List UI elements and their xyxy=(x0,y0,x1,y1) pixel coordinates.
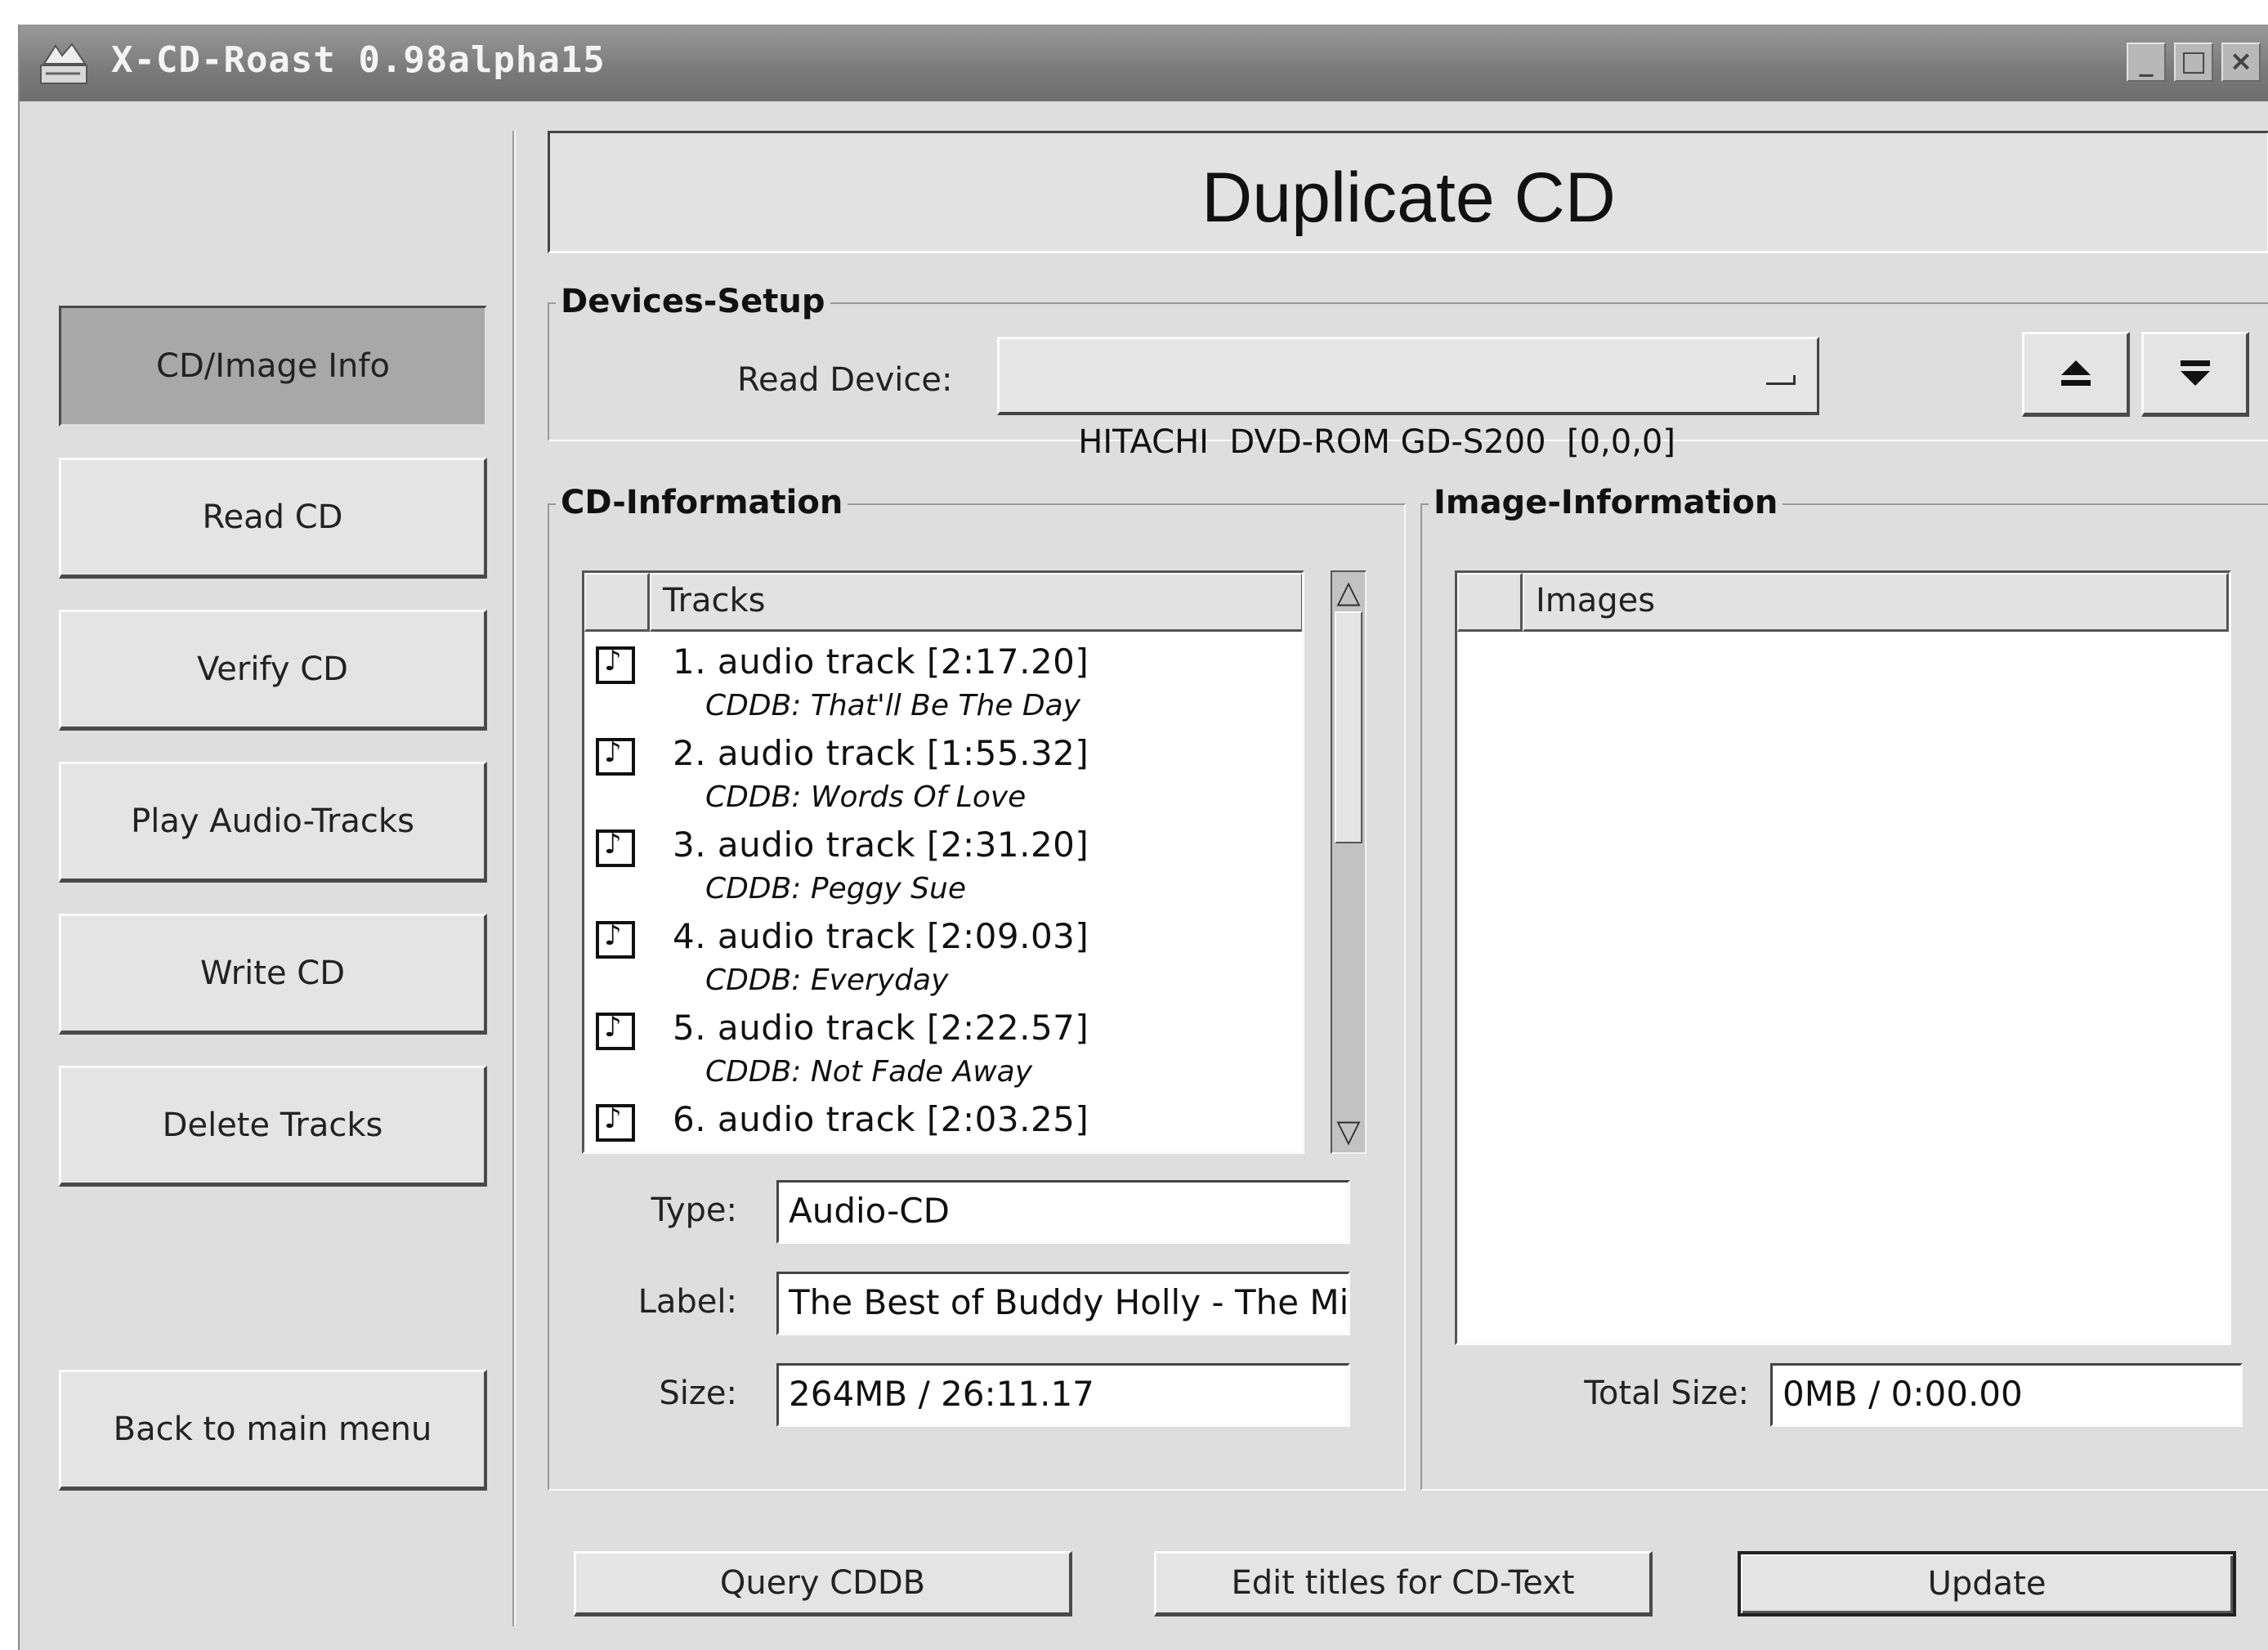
minimize-button[interactable]: _ xyxy=(2127,42,2166,82)
sidebar-item-read-cd[interactable]: Read CD xyxy=(59,458,487,579)
images-list[interactable]: Images xyxy=(1455,570,2231,1345)
track-title: 4. audio track [2:09.03] xyxy=(673,916,1089,956)
back-to-main-menu-button[interactable]: Back to main menu xyxy=(59,1370,487,1491)
track-cddb-title: CDDB: Peggy Sue xyxy=(705,872,966,905)
cd-label-field[interactable]: The Best of Buddy Holly - The Mill xyxy=(776,1272,1350,1335)
eject-button[interactable] xyxy=(2022,332,2130,417)
image-information-label: Image-Information xyxy=(1429,484,1783,521)
read-device-value: HITACHI DVD-ROM GD-S200 [0,0,0] xyxy=(1078,423,1675,461)
total-size-label: Total Size: xyxy=(1584,1375,1749,1412)
track-row[interactable]: 6. audio track [2:03.25] xyxy=(584,1096,1302,1151)
track-cddb-title: CDDB: Words Of Love xyxy=(705,780,1027,814)
audio-track-icon xyxy=(596,736,635,776)
sidebar-item-write-cd[interactable]: Write CD xyxy=(59,914,487,1035)
track-title: 2. audio track [1:55.32] xyxy=(673,733,1089,773)
track-cddb-title: CDDB: Not Fade Away xyxy=(705,1055,1033,1089)
query-cddb-button[interactable]: Query CDDB xyxy=(574,1551,1072,1616)
cd-information-group: CD-Information Tracks 1. audio track [2:… xyxy=(548,484,1406,1491)
track-row[interactable]: 4. audio track [2:09.03] CDDB: Everyday xyxy=(584,913,1302,1004)
sidebar-item-play-audio-tracks[interactable]: Play Audio-Tracks xyxy=(59,762,487,883)
audio-track-icon xyxy=(596,828,635,867)
track-cddb-title: CDDB: That'll Be The Day xyxy=(705,689,1080,722)
size-label: Size: xyxy=(659,1375,737,1412)
sidebar: CD/Image Info Read CD Verify CD Play Aud… xyxy=(20,101,517,1650)
tracks-column-header[interactable]: Tracks xyxy=(650,573,1302,632)
read-device-label: Read Device: xyxy=(737,361,953,399)
track-title: 1. audio track [2:17.20] xyxy=(673,642,1089,682)
update-button[interactable]: Update xyxy=(1738,1551,2236,1616)
maximize-button[interactable]: □ xyxy=(2174,42,2213,82)
track-row[interactable]: 1. audio track [2:17.20] CDDB: That'll B… xyxy=(584,638,1302,730)
audio-track-icon xyxy=(596,919,635,959)
track-title: 5. audio track [2:22.57] xyxy=(673,1008,1089,1048)
window-title: X-CD-Roast 0.98alpha15 xyxy=(111,39,606,81)
load-tray-icon xyxy=(2181,360,2210,386)
tracks-column-icon-header[interactable] xyxy=(584,573,650,632)
type-field[interactable]: Audio-CD xyxy=(776,1180,1350,1244)
audio-track-icon xyxy=(596,1011,635,1050)
size-field[interactable]: 264MB / 26:11.17 xyxy=(776,1363,1350,1427)
sidebar-item-delete-tracks[interactable]: Delete Tracks xyxy=(59,1066,487,1187)
audio-track-icon xyxy=(596,1102,635,1142)
devices-setup-label: Devices-Setup xyxy=(556,283,830,320)
scrollbar-thumb[interactable] xyxy=(1335,611,1362,843)
audio-track-icon xyxy=(596,645,635,684)
image-information-group: Image-Information Images Total Size: 0MB… xyxy=(1420,484,2268,1491)
title-bar[interactable]: X-CD-Roast 0.98alpha15 _ □ × xyxy=(20,25,2268,101)
option-menu-indicator-icon xyxy=(1766,375,1796,385)
panel-divider xyxy=(512,131,516,1626)
scroll-down-arrow-icon[interactable]: ▽ xyxy=(1335,1113,1362,1149)
devices-setup-group: Devices-Setup Read Device: HITACHI DVD-R… xyxy=(548,283,2268,461)
track-row[interactable]: 2. audio track [1:55.32] CDDB: Words Of … xyxy=(584,730,1302,821)
close-button[interactable]: × xyxy=(2221,42,2261,82)
track-row[interactable]: 3. audio track [2:31.20] CDDB: Peggy Sue xyxy=(584,821,1302,913)
label-label: Label: xyxy=(637,1283,737,1321)
tracks-scrollbar[interactable]: △ ▽ xyxy=(1331,570,1367,1154)
scroll-up-arrow-icon[interactable]: △ xyxy=(1335,574,1362,610)
main-window: X-CD-Roast 0.98alpha15 _ □ × CD/Image In… xyxy=(18,25,2268,1650)
sidebar-item-cd-image-info[interactable]: CD/Image Info xyxy=(59,306,487,427)
images-column-icon-header[interactable] xyxy=(1457,573,1523,632)
edit-titles-button[interactable]: Edit titles for CD-Text xyxy=(1154,1551,1653,1616)
track-row[interactable]: 5. audio track [2:22.57] CDDB: Not Fade … xyxy=(584,1004,1302,1096)
eject-icon xyxy=(2061,360,2091,386)
load-tray-button[interactable] xyxy=(2141,332,2249,417)
track-title: 6. audio track [2:03.25] xyxy=(673,1099,1089,1139)
track-cddb-title: CDDB: Everyday xyxy=(705,964,949,997)
total-size-field[interactable]: 0MB / 0:00.00 xyxy=(1770,1363,2243,1427)
page-title: Duplicate CD xyxy=(1201,159,1616,237)
sidebar-item-verify-cd[interactable]: Verify CD xyxy=(59,610,487,731)
tracks-list[interactable]: Tracks 1. audio track [2:17.20] CDDB: Th… xyxy=(582,570,1304,1154)
page-header: Duplicate CD xyxy=(548,131,2268,253)
track-title: 3. audio track [2:31.20] xyxy=(673,825,1089,865)
images-column-header[interactable]: Images xyxy=(1523,573,2229,632)
cd-information-label: CD-Information xyxy=(556,484,848,521)
app-logo-icon xyxy=(38,41,92,87)
type-label: Type: xyxy=(651,1192,737,1229)
read-device-select[interactable]: HITACHI DVD-ROM GD-S200 [0,0,0] xyxy=(997,337,1819,461)
